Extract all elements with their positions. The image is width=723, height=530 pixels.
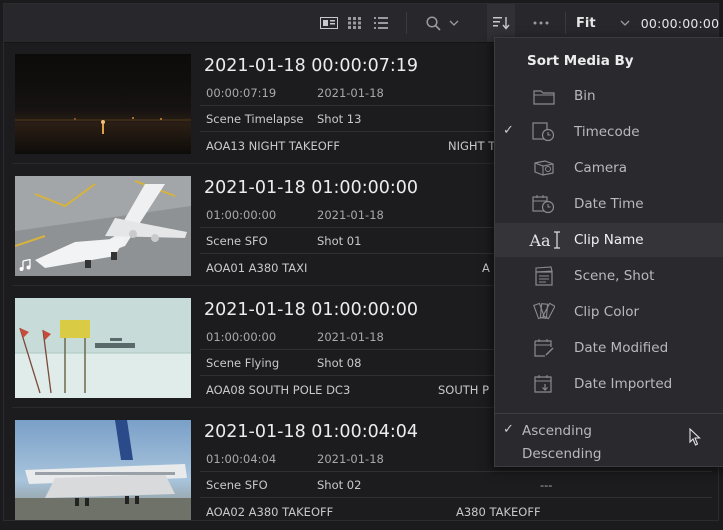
sort-option-label: Date Imported	[574, 376, 673, 392]
sort-option-label: Scene, Shot	[574, 268, 655, 284]
clip-scene: Scene SFO	[206, 478, 268, 492]
sort-option-label: Clip Name	[574, 232, 644, 248]
sort-option-camera[interactable]: Camera	[495, 151, 723, 185]
sort-descending-option[interactable]: Descending	[522, 446, 601, 462]
clip-date: 2021-01-18	[317, 452, 384, 466]
sort-option-clip-color[interactable]: Clip Color	[495, 295, 723, 329]
menu-title: Sort Media By	[527, 53, 634, 69]
clip-timecode: 01:00:04:04	[206, 452, 277, 466]
clip-name: AOA13 NIGHT TAKEOFF	[206, 139, 340, 153]
clip-shot: Shot 01	[317, 234, 362, 248]
divider	[200, 471, 712, 472]
clip-shot: Shot 08	[317, 356, 362, 370]
clip-title: 2021-01-18 00:00:07:19	[204, 56, 419, 76]
clip-tag: A	[482, 261, 490, 275]
clip-thumbnail[interactable]	[15, 54, 191, 154]
color-swatch-icon	[531, 300, 557, 324]
clip-thumbnail[interactable]	[15, 298, 191, 398]
clip-date: 2021-01-18	[317, 330, 384, 344]
clip-date: 2021-01-18	[317, 86, 384, 100]
calendar-clock-icon	[531, 192, 557, 216]
audio-icon	[19, 256, 31, 275]
clip-tag: SOUTH P	[438, 383, 490, 397]
folder-icon	[531, 84, 557, 108]
checkmark-icon: ✓	[503, 123, 514, 138]
timecode-icon	[531, 120, 557, 144]
clip-timecode: 01:00:00:00	[206, 330, 277, 344]
toolbar-divider	[565, 12, 566, 34]
clip-scene: Scene SFO	[206, 234, 268, 248]
clip-title: 2021-01-18 01:00:04:04	[204, 422, 419, 442]
sort-media-menu: Sort Media By Bin ✓ Timecode Camera Date…	[494, 37, 723, 467]
checkmark-icon: ✓	[503, 422, 514, 437]
clip-shot: Shot 13	[317, 112, 362, 126]
date-modified-icon	[531, 336, 557, 360]
sort-option-label: Date Time	[574, 196, 644, 212]
clip-name: AOA02 A380 TAKEOFF	[206, 505, 334, 519]
sort-option-label: Clip Color	[574, 304, 640, 320]
search-button[interactable]	[422, 4, 462, 42]
sort-option-scene-shot[interactable]: Scene, Shot	[495, 259, 723, 293]
list-view-icon[interactable]	[370, 4, 392, 42]
sort-option-timecode[interactable]: ✓ Timecode	[495, 115, 723, 149]
camera-icon	[531, 156, 557, 180]
clip-title: 2021-01-18 01:00:00:00	[204, 178, 419, 198]
clip-thumbnail[interactable]	[15, 420, 191, 520]
divider	[200, 497, 712, 498]
sort-option-label: Date Modified	[574, 340, 669, 356]
sort-option-label: Timecode	[574, 124, 640, 140]
sort-ascending-option[interactable]: Ascending	[522, 423, 592, 439]
clip-timecode: 01:00:00:00	[206, 208, 277, 222]
clip-title: 2021-01-18 01:00:00:00	[204, 300, 419, 320]
timecode-text: 00:00:00:00	[640, 15, 720, 31]
clip-thumbnail[interactable]	[15, 176, 191, 276]
date-imported-icon	[531, 372, 557, 396]
clip-tag: A380 TAKEOFF	[456, 505, 541, 519]
text-cursor-icon: Aa	[525, 228, 565, 252]
sort-option-date-modified[interactable]: Date Modified	[495, 331, 723, 365]
sort-option-label: Bin	[574, 88, 596, 104]
media-pool-panel: Fit 00:00:00:00 2021-01-18 00:00:07:19 0…	[3, 3, 723, 521]
sort-option-date-time[interactable]: Date Time	[495, 187, 723, 221]
toolbar-divider	[406, 12, 407, 34]
clip-name: AOA08 SOUTH POLE DC3	[206, 383, 351, 397]
clapperboard-icon	[531, 264, 557, 288]
sort-icon	[492, 16, 510, 30]
clip-scene: Scene Flying	[206, 356, 280, 370]
clip-date: 2021-01-18	[317, 208, 384, 222]
chevron-down-icon	[620, 20, 630, 27]
clip-shot: Shot 02	[317, 478, 362, 492]
zoom-label: Fit	[576, 15, 596, 31]
chevron-down-icon	[449, 20, 459, 27]
sort-option-label: Camera	[574, 160, 627, 176]
search-icon	[425, 15, 441, 31]
clip-timecode: 00:00:07:19	[206, 86, 277, 100]
sort-option-date-imported[interactable]: Date Imported	[495, 367, 723, 401]
clip-tag: NIGHT T	[448, 139, 496, 153]
clip-field-empty: ---	[540, 478, 553, 492]
mouse-pointer-icon	[689, 427, 702, 450]
thumbnail-view-icon[interactable]	[344, 4, 366, 42]
clip-scene: Scene Timelapse	[206, 112, 304, 126]
clip-name: AOA01 A380 TAXI	[206, 261, 308, 275]
sort-option-bin[interactable]: Bin	[495, 79, 723, 113]
sort-option-clip-name[interactable]: Aa Clip Name	[495, 223, 723, 446]
metadata-view-icon[interactable]	[318, 4, 340, 42]
text-cursor-icon-text: Aa	[529, 230, 551, 250]
menu-divider	[495, 413, 723, 414]
